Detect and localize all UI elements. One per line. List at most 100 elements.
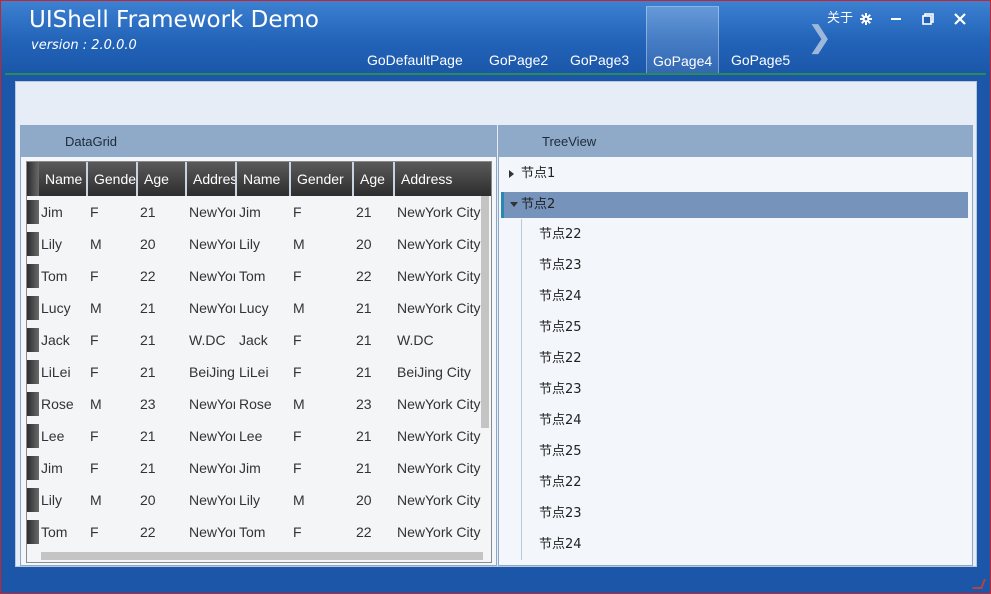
cell-name[interactable]: Lee — [41, 420, 88, 452]
row-header[interactable] — [27, 232, 39, 256]
cell-gender-2[interactable]: F — [293, 324, 354, 356]
expand-arrow-icon[interactable] — [509, 170, 514, 178]
cell-name-2[interactable]: Tom — [239, 260, 291, 292]
cell-age[interactable]: 21 — [140, 324, 187, 356]
cell-name-2[interactable]: Jim — [239, 452, 291, 484]
tree-child-node[interactable]: 节点24 — [521, 281, 961, 312]
table-row[interactable]: RoseM23NewYork CityRoseM23NewYork City — [39, 388, 483, 420]
cell-age[interactable]: 21 — [140, 292, 187, 324]
tree-child-node[interactable]: 节点24 — [521, 529, 961, 560]
horizontal-scrollbar[interactable] — [41, 552, 483, 560]
cell-name[interactable]: LiLei — [41, 356, 88, 388]
table-row[interactable]: LilyM20NewYork CityLilyM20NewYork City — [39, 228, 483, 260]
about-button[interactable]: 关于 — [826, 9, 854, 29]
cell-address-2[interactable]: NewYork City — [397, 484, 483, 516]
cell-age[interactable]: 20 — [140, 484, 187, 516]
cell-address[interactable]: NewYork City — [189, 228, 235, 260]
cell-address[interactable]: NewYork City — [189, 516, 235, 548]
row-header[interactable] — [27, 360, 39, 384]
cell-gender[interactable]: M — [90, 484, 138, 516]
cell-gender[interactable]: F — [90, 260, 138, 292]
nav-tab-go-page5[interactable]: GoPage5 — [725, 46, 796, 74]
cell-age[interactable]: 22 — [140, 260, 187, 292]
cell-gender-2[interactable]: M — [293, 484, 354, 516]
cell-address[interactable]: NewYork City — [189, 420, 235, 452]
cell-age-2[interactable]: 21 — [356, 292, 395, 324]
cell-age-2[interactable]: 21 — [356, 324, 395, 356]
resize-grip[interactable] — [972, 579, 986, 589]
cell-name[interactable]: Tom — [41, 260, 88, 292]
cell-gender[interactable]: F — [90, 356, 138, 388]
table-row[interactable]: JimF21NewYork CityJimF21NewYork City — [39, 452, 483, 484]
cell-name[interactable]: Jim — [41, 452, 88, 484]
cell-age[interactable]: 21 — [140, 356, 187, 388]
cell-gender[interactable]: F — [90, 452, 138, 484]
column-header-gender[interactable]: Gender — [88, 162, 138, 196]
cell-name[interactable]: Jim — [41, 196, 88, 228]
cell-name-2[interactable]: Lily — [239, 484, 291, 516]
tree-child-node[interactable]: 节点25 — [521, 312, 961, 343]
table-row[interactable]: LucyM21NewYork CityLucyM21NewYork City — [39, 292, 483, 324]
table-row[interactable]: Jack F 21 W.DC Jack F 21 W.DC — [39, 324, 483, 356]
cell-gender-2[interactable]: F — [293, 516, 354, 548]
cell-gender-2[interactable]: M — [293, 388, 354, 420]
tree-child-node[interactable]: 节点22 — [521, 467, 961, 498]
cell-name-2[interactable]: LiLei — [239, 356, 291, 388]
cell-age-2[interactable]: 21 — [356, 420, 395, 452]
column-header-age-2[interactable]: Age — [354, 162, 395, 196]
column-header-age[interactable]: Age — [138, 162, 187, 196]
maximize-icon[interactable] — [920, 9, 936, 32]
cell-name-2[interactable]: Lily — [239, 228, 291, 260]
cell-gender-2[interactable]: F — [293, 452, 354, 484]
cell-age-2[interactable]: 22 — [356, 260, 395, 292]
cell-gender-2[interactable]: F — [293, 196, 354, 228]
cell-name-2[interactable]: Tom — [239, 516, 291, 548]
cell-age[interactable]: 23 — [140, 388, 187, 420]
cell-address[interactable]: NewYork City — [189, 452, 235, 484]
table-row[interactable]: LeeF21NewYork CityLeeF21NewYork City — [39, 420, 483, 452]
cell-address-2[interactable]: BeiJing City — [397, 356, 483, 388]
cell-name-2[interactable]: Rose — [239, 388, 291, 420]
cell-age-2[interactable]: 21 — [356, 356, 395, 388]
tree-node-1[interactable]: 节点1 — [501, 161, 968, 187]
cell-address-2[interactable]: NewYork City — [397, 228, 483, 260]
table-row[interactable]: TomF22NewYork CityTomF22NewYork City — [39, 516, 483, 548]
cell-age-2[interactable]: 20 — [356, 228, 395, 260]
cell-gender[interactable]: F — [90, 420, 138, 452]
row-header[interactable] — [27, 328, 39, 352]
cell-age-2[interactable]: 23 — [356, 388, 395, 420]
cell-age-2[interactable]: 21 — [356, 452, 395, 484]
cell-name[interactable]: Lily — [41, 484, 88, 516]
cell-gender[interactable]: F — [90, 324, 138, 356]
collapse-arrow-icon[interactable] — [510, 202, 518, 207]
cell-address[interactable]: NewYork City — [189, 260, 235, 292]
cell-address-2[interactable]: NewYork City — [397, 292, 483, 324]
cell-address-2[interactable]: NewYork City — [397, 196, 483, 228]
cell-address-2[interactable]: NewYork City — [397, 452, 483, 484]
cell-gender-2[interactable]: F — [293, 356, 354, 388]
cell-address-2[interactable]: W.DC — [397, 324, 483, 356]
row-header[interactable] — [27, 424, 39, 448]
cell-gender-2[interactable]: F — [293, 420, 354, 452]
cell-gender[interactable]: F — [90, 516, 138, 548]
datagrid[interactable]: Name Gender Age Address Name Gender Age … — [26, 161, 492, 563]
row-header[interactable] — [27, 392, 39, 416]
vertical-scrollbar[interactable] — [481, 196, 489, 428]
cell-name-2[interactable]: Lee — [239, 420, 291, 452]
row-header[interactable] — [27, 200, 39, 224]
cell-gender[interactable]: F — [90, 196, 138, 228]
cell-name[interactable]: Jack — [41, 324, 88, 356]
table-row[interactable]: LiLeiF21BeiJing CityLiLeiF21BeiJing City — [39, 356, 483, 388]
cell-age[interactable]: 22 — [140, 516, 187, 548]
select-all-corner[interactable] — [27, 162, 39, 196]
column-header-name[interactable]: Name — [39, 162, 88, 196]
column-header-address[interactable]: Address — [187, 162, 237, 196]
cell-age[interactable]: 20 — [140, 228, 187, 260]
cell-gender[interactable]: M — [90, 228, 138, 260]
tree-child-node[interactable]: 节点23 — [521, 250, 961, 281]
cell-name[interactable]: Tom — [41, 516, 88, 548]
column-header-gender-2[interactable]: Gender — [291, 162, 354, 196]
cell-age-2[interactable]: 20 — [356, 484, 395, 516]
cell-address[interactable]: NewYork City — [189, 484, 235, 516]
cell-gender-2[interactable]: F — [293, 260, 354, 292]
